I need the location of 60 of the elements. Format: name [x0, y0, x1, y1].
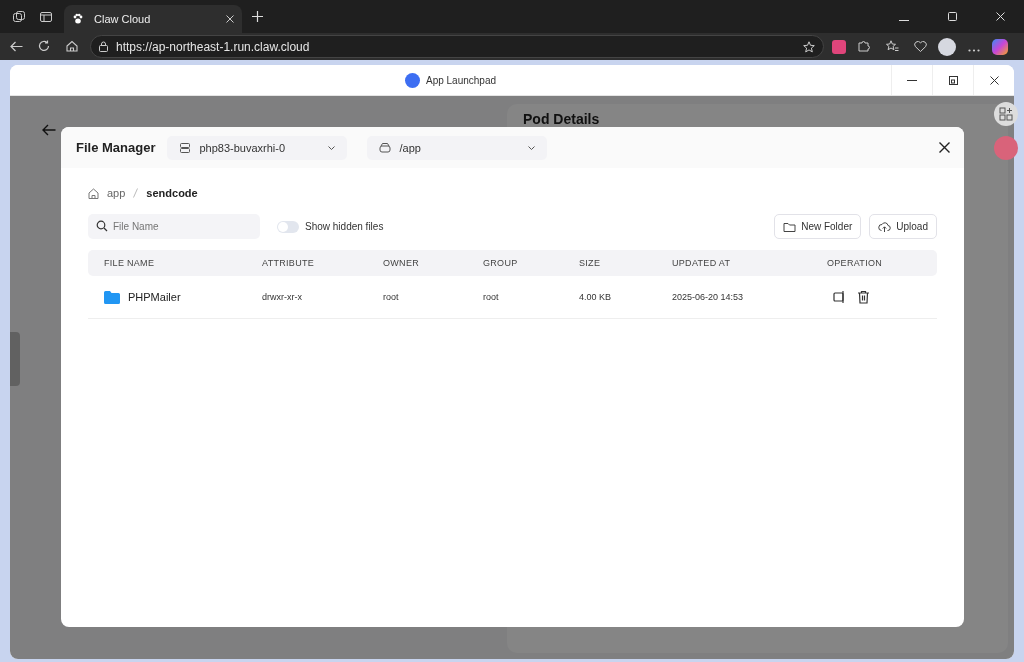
rename-icon[interactable]: [833, 290, 847, 304]
column-header: FILE NAME: [103, 258, 156, 268]
table-cell-text: root: [483, 292, 500, 302]
home-icon: [88, 187, 99, 199]
file-name[interactable]: PHPMailer: [128, 291, 181, 303]
restore-icon[interactable]: [948, 75, 958, 85]
refresh-icon[interactable]: [38, 40, 50, 52]
drive-icon: [379, 141, 392, 154]
close-icon[interactable]: [939, 142, 950, 153]
workspaces-icon[interactable]: [10, 8, 27, 25]
dialog-title: File Manager: [76, 140, 156, 155]
column-header: UPDATED AT: [672, 258, 732, 268]
cloud-upload-icon: [878, 220, 892, 233]
table-cell-text: 2025-06-20 14:53: [672, 292, 745, 302]
chevron-down-icon: [528, 145, 536, 150]
window-title: App Launchpad: [425, 74, 497, 86]
breadcrumb-item[interactable]: app: [107, 187, 126, 199]
more-icon[interactable]: [968, 49, 980, 52]
column-header: ATTRIBUTE: [262, 258, 316, 268]
favorites-icon[interactable]: [885, 40, 899, 52]
avatar-icon[interactable]: [938, 37, 956, 56]
puzzle-icon[interactable]: [858, 40, 870, 52]
search-field[interactable]: File Name: [88, 214, 260, 239]
toggle-switch[interactable]: [277, 220, 299, 233]
folder-icon: [783, 220, 797, 233]
sidebar-handle[interactable]: [10, 332, 20, 386]
pod-select[interactable]: php83-buvaxrhi-0: [167, 135, 348, 160]
paw-icon: [72, 13, 84, 25]
column-header: OPERATION: [827, 258, 884, 268]
home-icon[interactable]: [66, 40, 78, 52]
upload-button[interactable]: Upload: [869, 214, 937, 239]
plus-icon[interactable]: [252, 11, 263, 22]
star-icon[interactable]: [803, 40, 815, 53]
column-header: SIZE: [579, 258, 602, 268]
column-header: OWNER: [383, 258, 420, 268]
new-folder-button[interactable]: New Folder: [774, 214, 862, 239]
chevron-down-icon: [328, 145, 336, 150]
table-cell-text: drwxr-xr-x: [262, 292, 303, 302]
trash-icon[interactable]: [857, 290, 870, 304]
table-cell-text: root: [383, 292, 400, 302]
heart-icon[interactable]: [913, 41, 927, 52]
search-icon: [96, 220, 108, 232]
back-arrow-icon[interactable]: [42, 124, 56, 136]
close-icon[interactable]: [989, 75, 999, 85]
folder-icon: [104, 290, 120, 304]
apps-add-icon[interactable]: [994, 102, 1018, 126]
breadcrumb-item[interactable]: sendcode: [146, 187, 198, 199]
minimize-icon[interactable]: [907, 79, 917, 81]
column-header: GROUP: [483, 258, 519, 268]
slash-separator: [133, 188, 139, 198]
card-title: Pod Details: [523, 111, 600, 127]
back-icon[interactable]: [9, 41, 23, 52]
maximize-icon[interactable]: [947, 11, 957, 21]
browser-tab[interactable]: Claw Cloud: [64, 5, 242, 33]
table-cell-text: 4.00 KB: [579, 292, 613, 302]
toggle-label: Show hidden files: [305, 221, 384, 232]
lock-icon: [99, 41, 108, 52]
address-bar[interactable]: https://ap-northeast-1.run.claw.cloud: [90, 35, 824, 58]
path-select[interactable]: /app: [367, 135, 548, 160]
server-icon: [179, 141, 192, 154]
